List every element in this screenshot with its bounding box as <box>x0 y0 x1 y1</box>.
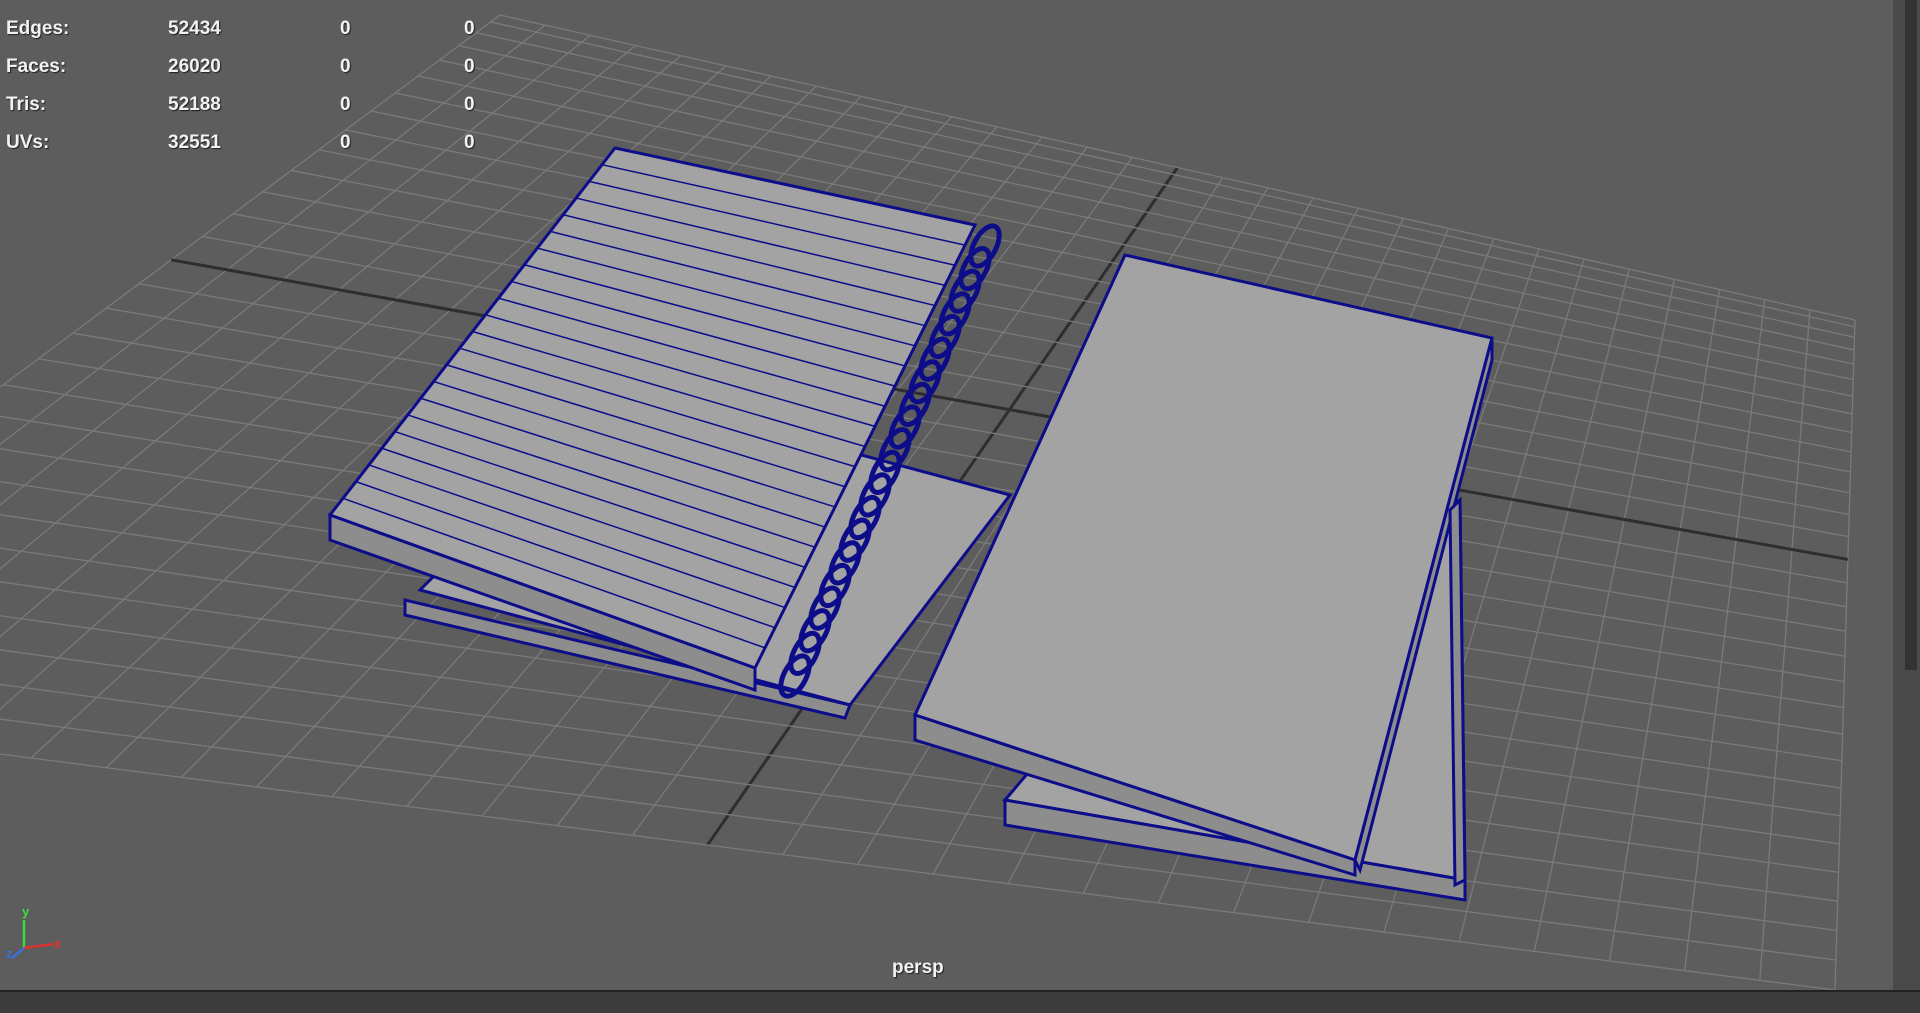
gizmo-z-label: z <box>6 946 13 960</box>
grid-line <box>106 307 1847 608</box>
hud-value: 0 <box>340 94 351 115</box>
bottom-status-strip <box>0 990 1920 1013</box>
grid-line <box>1759 309 1811 981</box>
hud-value: 0 <box>340 18 351 39</box>
hud-value: 0 <box>464 132 475 153</box>
hud-value: 0 <box>340 132 351 153</box>
axis-gizmo-icon: y x z <box>6 904 62 960</box>
gizmo-y-label: y <box>22 904 30 919</box>
grid-line <box>1684 299 1766 971</box>
hud-value: 0 <box>464 18 475 39</box>
hud-value: 32551 <box>168 132 221 153</box>
grid-line <box>1533 279 1675 952</box>
vertical-scrollbar[interactable] <box>1905 0 1917 670</box>
persp-viewport[interactable]: Edges: 52434 0 0 Faces: 26020 0 0 Tris: … <box>0 0 1893 990</box>
hud-label: Edges: <box>6 18 70 39</box>
gizmo-x-label: x <box>54 936 62 951</box>
hud-value: 0 <box>464 94 475 115</box>
hud-value: 52434 <box>168 18 221 39</box>
spiral-ring <box>928 313 962 360</box>
plain-notebook-model[interactable] <box>912 253 1494 902</box>
hud-value: 0 <box>340 56 351 77</box>
spiral-ring <box>888 404 922 450</box>
hud-value: 26020 <box>168 56 221 77</box>
hud-label: Faces: <box>6 56 67 77</box>
spiral-ring <box>908 359 942 405</box>
spiral-notebook-model[interactable] <box>327 146 1013 720</box>
hud-label: UVs: <box>6 132 50 153</box>
grid-line <box>1608 289 1721 962</box>
hud-label: Tris: <box>6 94 47 115</box>
hud-value: 0 <box>464 56 475 77</box>
hud-value: 52188 <box>168 94 221 115</box>
camera-name-label: persp <box>892 957 944 978</box>
scene-canvas[interactable] <box>0 0 1893 990</box>
